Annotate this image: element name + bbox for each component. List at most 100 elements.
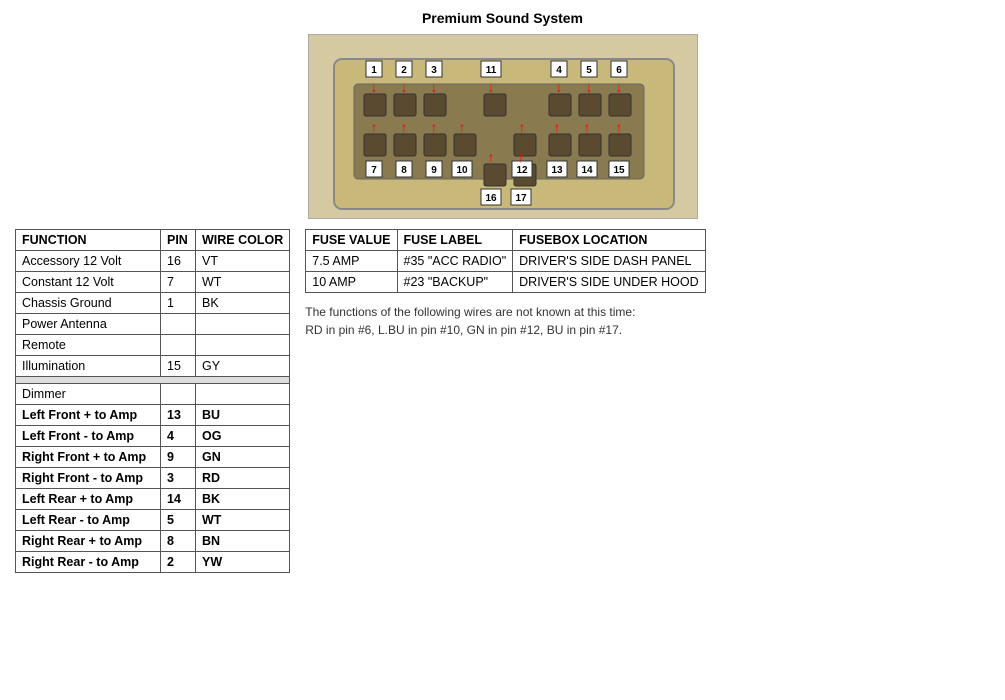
cell-wire-color: GY [196, 356, 290, 377]
cell-wire-color: OG [196, 426, 290, 447]
svg-text:↓: ↓ [555, 79, 562, 95]
tables-area: FUNCTION PIN WIRE COLOR Accessory 12 Vol… [15, 229, 990, 573]
svg-text:↓: ↓ [400, 79, 407, 95]
col-pin: PIN [161, 230, 196, 251]
cell-wire-color [196, 384, 290, 405]
svg-text:15: 15 [613, 165, 625, 176]
connector-image: 1 2 3 11 4 5 6 [308, 34, 698, 219]
connector-svg: 1 2 3 11 4 5 6 [309, 34, 697, 219]
cell-fusebox-location: DRIVER'S SIDE DASH PANEL [513, 251, 706, 272]
svg-text:12: 12 [516, 165, 528, 176]
svg-text:6: 6 [616, 65, 622, 76]
svg-text:↑: ↑ [400, 119, 407, 135]
svg-text:↑: ↑ [518, 119, 525, 135]
table-row: Illumination15GY [16, 356, 290, 377]
table-row: Remote [16, 335, 290, 356]
svg-text:1: 1 [371, 65, 377, 76]
svg-text:9: 9 [431, 165, 437, 176]
cell-function: Left Rear + to Amp [16, 489, 161, 510]
cell-function: Illumination [16, 356, 161, 377]
table-row: Accessory 12 Volt16VT [16, 251, 290, 272]
cell-function: Chassis Ground [16, 293, 161, 314]
cell-wire-color: RD [196, 468, 290, 489]
cell-wire-color: YW [196, 552, 290, 573]
cell-fuse-label: #23 "BACKUP" [397, 272, 513, 293]
cell-function: Right Rear + to Amp [16, 531, 161, 552]
svg-text:↑: ↑ [487, 149, 494, 165]
table-row: Left Front + to Amp13BU [16, 405, 290, 426]
fuse-table: FUSE VALUE FUSE LABEL FUSEBOX LOCATION 7… [305, 229, 705, 293]
cell-pin: 2 [161, 552, 196, 573]
cell-pin: 16 [161, 251, 196, 272]
table-row: Right Front - to Amp3RD [16, 468, 290, 489]
svg-text:7: 7 [371, 165, 377, 176]
cell-wire-color [196, 314, 290, 335]
main-table-container: FUNCTION PIN WIRE COLOR Accessory 12 Vol… [15, 229, 290, 573]
note-line1: The functions of the following wires are… [305, 305, 635, 319]
table-row: Right Rear - to Amp2YW [16, 552, 290, 573]
cell-fuse-value: 7.5 AMP [306, 251, 397, 272]
cell-function: Right Front - to Amp [16, 468, 161, 489]
cell-pin: 8 [161, 531, 196, 552]
svg-text:14: 14 [581, 165, 593, 176]
svg-text:8: 8 [401, 165, 407, 176]
note-text: The functions of the following wires are… [305, 303, 990, 339]
table-row: Left Rear + to Amp14BK [16, 489, 290, 510]
table-row: Left Rear - to Amp5WT [16, 510, 290, 531]
svg-text:↓: ↓ [487, 79, 494, 95]
cell-pin: 15 [161, 356, 196, 377]
table-row: Left Front - to Amp4OG [16, 426, 290, 447]
svg-text:↑: ↑ [583, 119, 590, 135]
cell-function: Left Rear - to Amp [16, 510, 161, 531]
main-table: FUNCTION PIN WIRE COLOR Accessory 12 Vol… [15, 229, 290, 573]
fuse-table-row: 10 AMP#23 "BACKUP"DRIVER'S SIDE UNDER HO… [306, 272, 705, 293]
table-row: Constant 12 Volt7WT [16, 272, 290, 293]
cell-pin [161, 335, 196, 356]
cell-wire-color: BK [196, 293, 290, 314]
connector-diagram-area: 1 2 3 11 4 5 6 [15, 34, 990, 219]
svg-text:13: 13 [551, 165, 563, 176]
note-line2: RD in pin #6, L.BU in pin #10, GN in pin… [305, 323, 622, 337]
cell-function: Remote [16, 335, 161, 356]
cell-function: Right Front + to Amp [16, 447, 161, 468]
cell-wire-color [196, 335, 290, 356]
col-fuse-label: FUSE LABEL [397, 230, 513, 251]
cell-pin: 14 [161, 489, 196, 510]
cell-pin: 1 [161, 293, 196, 314]
cell-pin: 13 [161, 405, 196, 426]
col-wire-color: WIRE COLOR [196, 230, 290, 251]
page-title: Premium Sound System [15, 10, 990, 26]
cell-pin: 5 [161, 510, 196, 531]
svg-text:5: 5 [586, 65, 592, 76]
col-function: FUNCTION [16, 230, 161, 251]
cell-function: Left Front - to Amp [16, 426, 161, 447]
svg-text:11: 11 [485, 65, 496, 76]
cell-function: Right Rear - to Amp [16, 552, 161, 573]
cell-wire-color: BU [196, 405, 290, 426]
svg-text:16: 16 [485, 193, 497, 204]
svg-text:↓: ↓ [585, 79, 592, 95]
table-row: Dimmer [16, 384, 290, 405]
fuse-table-row: 7.5 AMP#35 "ACC RADIO"DRIVER'S SIDE DASH… [306, 251, 705, 272]
svg-text:4: 4 [556, 65, 562, 76]
cell-wire-color: VT [196, 251, 290, 272]
cell-pin [161, 384, 196, 405]
cell-function: Power Antenna [16, 314, 161, 335]
cell-wire-color: WT [196, 510, 290, 531]
cell-pin [161, 314, 196, 335]
cell-fusebox-location: DRIVER'S SIDE UNDER HOOD [513, 272, 706, 293]
table-row: Right Rear + to Amp8BN [16, 531, 290, 552]
cell-fuse-label: #35 "ACC RADIO" [397, 251, 513, 272]
svg-text:↓: ↓ [615, 79, 622, 95]
col-fuse-value: FUSE VALUE [306, 230, 397, 251]
svg-text:↑: ↑ [517, 149, 524, 165]
table-row: Right Front + to Amp9GN [16, 447, 290, 468]
cell-function: Accessory 12 Volt [16, 251, 161, 272]
svg-text:↓: ↓ [430, 79, 437, 95]
cell-wire-color: GN [196, 447, 290, 468]
cell-function: Dimmer [16, 384, 161, 405]
right-area: FUSE VALUE FUSE LABEL FUSEBOX LOCATION 7… [305, 229, 990, 339]
svg-text:3: 3 [431, 65, 437, 76]
svg-text:↑: ↑ [370, 119, 377, 135]
svg-text:10: 10 [456, 165, 468, 176]
